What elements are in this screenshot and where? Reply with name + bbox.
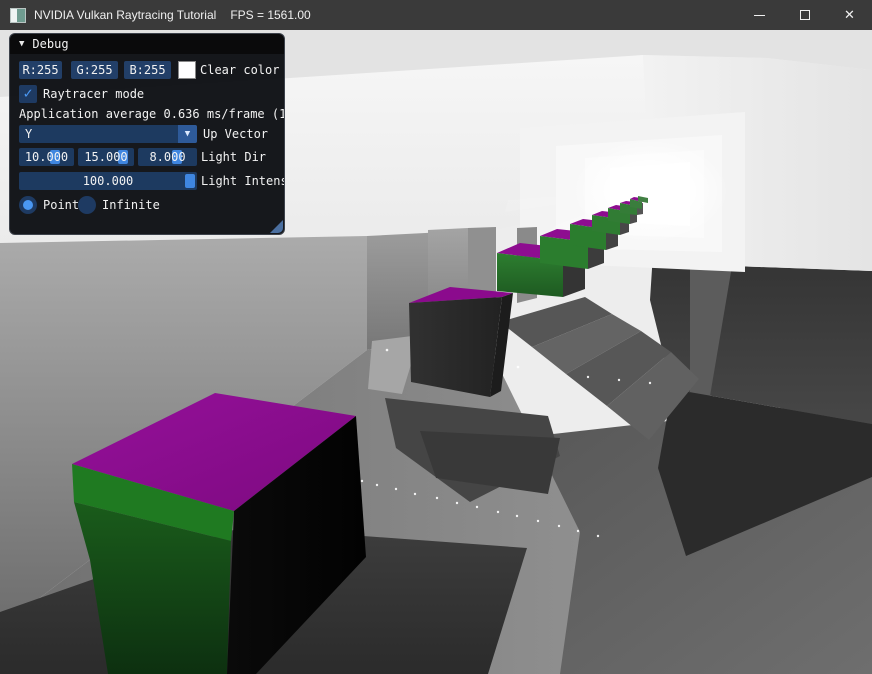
light-dir-label: Light Dir xyxy=(201,148,266,166)
chevron-down-icon: ▼ xyxy=(185,129,190,139)
point-light-label: Point xyxy=(43,196,79,214)
close-button[interactable]: ✕ xyxy=(827,0,872,30)
fps-counter: FPS = 1561.00 xyxy=(230,8,310,22)
debug-panel-header[interactable]: ▼ Debug xyxy=(10,34,284,54)
light-intensity-slider[interactable]: 100.000 xyxy=(19,172,197,190)
panel-resize-grip[interactable] xyxy=(270,220,283,233)
minimize-icon xyxy=(754,15,765,16)
raytracer-mode-checkbox[interactable]: ✓ xyxy=(19,85,37,103)
light-dir-x-slider[interactable]: 10.000 xyxy=(19,148,74,166)
light-dir-z-value: 8.000 xyxy=(138,148,197,166)
up-vector-combo[interactable]: Y ▼ xyxy=(19,125,197,143)
light-intensity-value: 100.000 xyxy=(19,172,197,190)
clear-color-swatch[interactable] xyxy=(178,61,196,79)
infinite-light-label: Infinite xyxy=(102,196,160,214)
up-vector-label: Up Vector xyxy=(203,125,268,143)
window-titlebar[interactable]: NVIDIA Vulkan Raytracing Tutorial FPS = … xyxy=(0,0,872,30)
up-vector-value: Y xyxy=(25,125,32,143)
debug-panel-title: Debug xyxy=(32,37,68,51)
app-icon xyxy=(10,8,26,23)
light-dir-z-slider[interactable]: 8.000 xyxy=(138,148,197,166)
radio-selected-dot xyxy=(23,200,33,210)
raytracer-mode-label: Raytracer mode xyxy=(43,85,144,103)
debug-panel: ▼ Debug R:255 G:255 B:255 Clear color ✓ … xyxy=(9,33,285,235)
blue-value-button[interactable]: B:255 xyxy=(124,61,171,79)
maximize-button[interactable] xyxy=(782,0,827,30)
point-light-radio[interactable] xyxy=(19,196,37,214)
frame-stats-text: Application average 0.636 ms/frame (15 xyxy=(19,107,284,122)
light-dir-y-slider[interactable]: 15.000 xyxy=(78,148,134,166)
collapse-arrow-icon: ▼ xyxy=(19,39,24,49)
check-icon: ✓ xyxy=(23,86,32,101)
green-value-button[interactable]: G:255 xyxy=(71,61,118,79)
combo-arrow-button[interactable]: ▼ xyxy=(178,125,197,143)
maximize-icon xyxy=(800,10,810,20)
close-icon: ✕ xyxy=(844,7,855,23)
infinite-light-radio[interactable] xyxy=(78,196,96,214)
minimize-button[interactable] xyxy=(737,0,782,30)
light-dir-y-value: 15.000 xyxy=(78,148,134,166)
red-value-button[interactable]: R:255 xyxy=(19,61,62,79)
window-title: NVIDIA Vulkan Raytracing Tutorial xyxy=(34,8,216,22)
clear-color-label: Clear color xyxy=(200,61,279,79)
light-intensity-label: Light Intens xyxy=(201,172,284,190)
light-dir-x-value: 10.000 xyxy=(19,148,74,166)
